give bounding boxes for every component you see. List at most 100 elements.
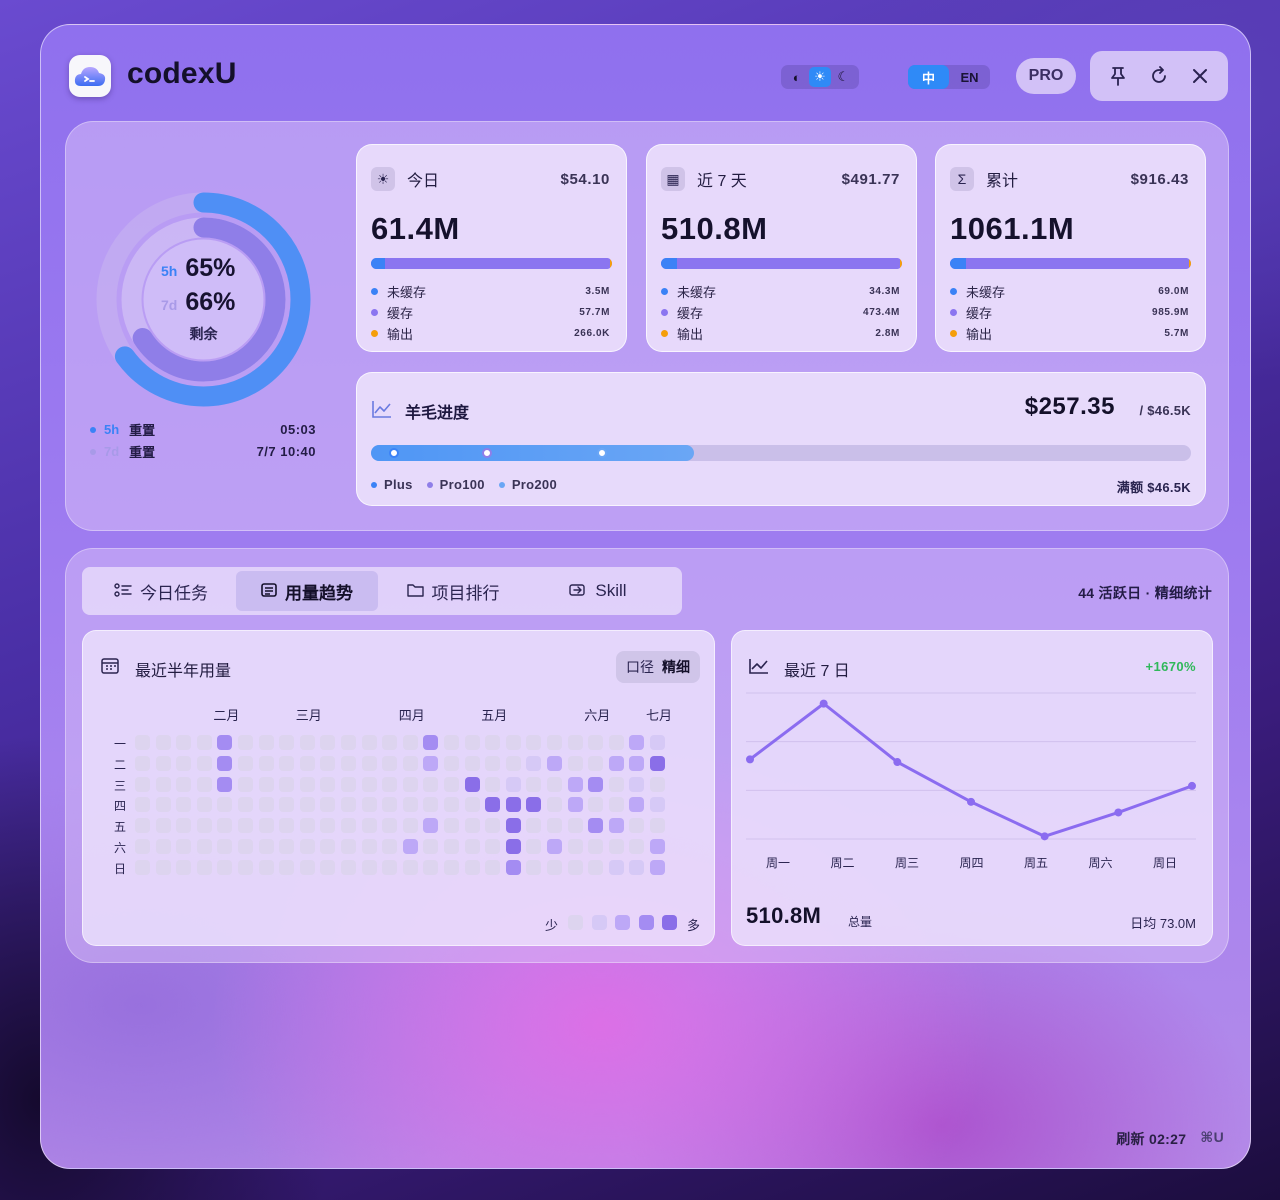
heatmap-cell[interactable] xyxy=(444,735,459,750)
heatmap-cell[interactable] xyxy=(402,755,418,771)
heatmap-cell[interactable] xyxy=(588,797,604,813)
heatmap-cell[interactable] xyxy=(217,735,233,750)
heatmap-cell[interactable] xyxy=(382,735,398,750)
data-point[interactable] xyxy=(1040,832,1049,841)
heatmap-cell[interactable] xyxy=(341,818,356,834)
heatmap-cell[interactable] xyxy=(423,797,439,813)
heatmap-cell[interactable] xyxy=(196,797,212,813)
heatmap-cell[interactable] xyxy=(238,839,253,854)
tab-skill[interactable]: Skill xyxy=(528,571,668,611)
heatmap-cell[interactable] xyxy=(238,735,253,750)
heatmap-cell[interactable] xyxy=(423,818,439,834)
heatmap-cell[interactable] xyxy=(279,818,295,834)
heatmap-cell[interactable] xyxy=(361,735,377,750)
contrast-icon[interactable]: ◐ xyxy=(786,67,808,87)
heatmap-cell[interactable] xyxy=(361,797,377,813)
heatmap-cell[interactable] xyxy=(196,818,212,834)
heatmap-cell[interactable] xyxy=(217,797,233,813)
heatmap-cell[interactable] xyxy=(650,818,665,834)
heatmap-mode-toggle[interactable]: 口径 精细 xyxy=(616,651,700,683)
heatmap-cell[interactable] xyxy=(135,797,150,813)
tab-usage-trend[interactable]: 用量趋势 xyxy=(236,571,378,611)
heatmap-cell[interactable] xyxy=(382,818,398,834)
heatmap-cell[interactable] xyxy=(135,839,150,854)
heatmap-cell[interactable] xyxy=(135,735,150,750)
heatmap-cell[interactable] xyxy=(423,735,439,750)
heatmap-cell[interactable] xyxy=(382,776,398,792)
heatmap-cell[interactable] xyxy=(526,776,542,792)
heatmap-cell[interactable] xyxy=(238,776,253,792)
heatmap-cell[interactable] xyxy=(155,839,171,854)
heatmap-cell[interactable] xyxy=(485,818,501,834)
heatmap-cell[interactable] xyxy=(135,859,150,875)
heatmap-cell[interactable] xyxy=(485,839,501,854)
heatmap-cell[interactable] xyxy=(361,776,377,792)
heatmap-cell[interactable] xyxy=(629,859,645,875)
heatmap-cell[interactable] xyxy=(505,797,521,813)
heatmap-cell[interactable] xyxy=(299,839,315,854)
heatmap-cell[interactable] xyxy=(258,776,274,792)
heatmap-cell[interactable] xyxy=(402,859,418,875)
heatmap-cell[interactable] xyxy=(526,818,542,834)
heatmap-cell[interactable] xyxy=(547,859,562,875)
heatmap-cell[interactable] xyxy=(382,755,398,771)
heatmap-cell[interactable] xyxy=(320,755,336,771)
heatmap-cell[interactable] xyxy=(567,859,583,875)
heatmap-cell[interactable] xyxy=(464,859,480,875)
data-point[interactable] xyxy=(1188,781,1196,790)
heatmap-cell[interactable] xyxy=(588,776,604,792)
heatmap-cell[interactable] xyxy=(238,859,253,875)
heatmap-cell[interactable] xyxy=(402,839,418,854)
heatmap-cell[interactable] xyxy=(238,755,253,771)
heatmap-cell[interactable] xyxy=(567,839,583,854)
heatmap-cell[interactable] xyxy=(464,755,480,771)
heatmap-cell[interactable] xyxy=(402,776,418,792)
heatmap-cell[interactable] xyxy=(485,859,501,875)
heatmap-cell[interactable] xyxy=(361,859,377,875)
heatmap-cell[interactable] xyxy=(155,797,171,813)
heatmap-cell[interactable] xyxy=(279,839,295,854)
heatmap-cell[interactable] xyxy=(650,776,665,792)
data-point[interactable] xyxy=(893,758,902,767)
heatmap-cell[interactable] xyxy=(547,735,562,750)
heatmap-cell[interactable] xyxy=(608,797,624,813)
heatmap-cell[interactable] xyxy=(176,839,192,854)
heatmap-cell[interactable] xyxy=(485,735,501,750)
heatmap-cell[interactable] xyxy=(196,859,212,875)
heatmap-cell[interactable] xyxy=(567,735,583,750)
heatmap-cell[interactable] xyxy=(258,735,274,750)
heatmap-cell[interactable] xyxy=(650,797,665,813)
heatmap-cell[interactable] xyxy=(135,755,150,771)
heatmap-cell[interactable] xyxy=(258,818,274,834)
heatmap-cell[interactable] xyxy=(258,859,274,875)
heatmap-cell[interactable] xyxy=(361,755,377,771)
heatmap-cell[interactable] xyxy=(155,818,171,834)
heatmap-cell[interactable] xyxy=(629,755,645,771)
heatmap-cell[interactable] xyxy=(279,735,295,750)
heatmap-cell[interactable] xyxy=(155,755,171,771)
data-point[interactable] xyxy=(746,755,754,764)
heatmap-cell[interactable] xyxy=(444,797,459,813)
heatmap-cell[interactable] xyxy=(526,839,542,854)
lang-zh-button[interactable]: 中 xyxy=(908,65,949,89)
heatmap-cell[interactable] xyxy=(155,735,171,750)
heatmap-cell[interactable] xyxy=(650,839,665,854)
heatmap-cell[interactable] xyxy=(526,859,542,875)
heatmap-cell[interactable] xyxy=(320,735,336,750)
heatmap-cell[interactable] xyxy=(402,797,418,813)
heatmap-cell[interactable] xyxy=(217,755,233,771)
heatmap-cell[interactable] xyxy=(196,735,212,750)
heatmap-cell[interactable] xyxy=(629,839,645,854)
heatmap-cell[interactable] xyxy=(258,839,274,854)
moon-icon[interactable]: ☾ xyxy=(832,67,854,87)
refresh-icon[interactable] xyxy=(1144,61,1174,91)
heatmap-cell[interactable] xyxy=(155,776,171,792)
heatmap-cell[interactable] xyxy=(423,839,439,854)
heatmap-cell[interactable] xyxy=(299,735,315,750)
heatmap-cell[interactable] xyxy=(217,818,233,834)
close-icon[interactable] xyxy=(1185,61,1215,91)
heatmap-cell[interactable] xyxy=(176,755,192,771)
heatmap-cell[interactable] xyxy=(567,755,583,771)
heatmap-cell[interactable] xyxy=(299,859,315,875)
heatmap-cell[interactable] xyxy=(608,839,624,854)
